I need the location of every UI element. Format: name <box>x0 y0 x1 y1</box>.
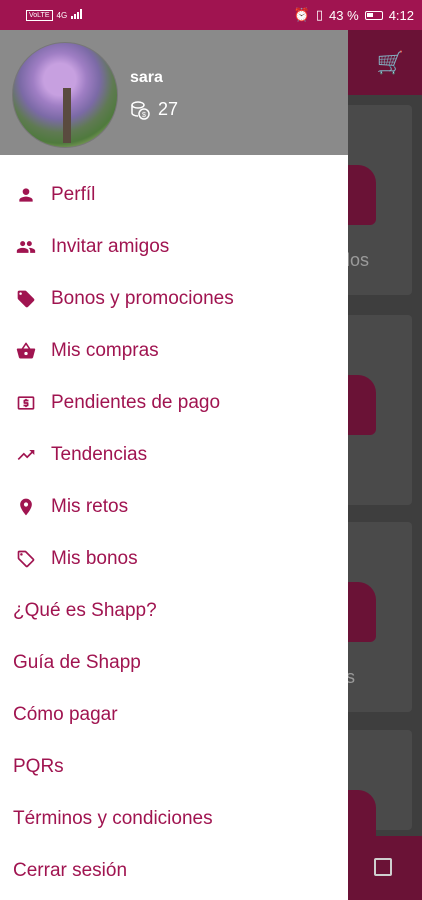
avatar[interactable] <box>12 42 118 148</box>
menu-item-label: Perfíl <box>51 184 96 205</box>
coin-balance: $ 27 <box>130 99 178 120</box>
menu-item-cerrar-sesion[interactable]: Cerrar sesión <box>0 845 348 897</box>
menu-item-label: Tendencias <box>51 444 148 465</box>
menu-item-guia-de-shapp[interactable]: Guía de Shapp <box>0 637 348 689</box>
status-left: VoLTE 4G <box>26 9 83 21</box>
menu-item-que-es-shapp[interactable]: ¿Qué es Shapp? <box>0 585 348 637</box>
menu-item-label: Mis retos <box>51 496 129 517</box>
network-indicator: 4G <box>56 10 68 20</box>
user-name: sara <box>130 69 163 86</box>
menu-item-label: Bonos y promociones <box>51 288 234 309</box>
tag-icon <box>0 289 51 309</box>
menu-item-mis-compras[interactable]: Mis compras <box>0 325 348 377</box>
menu-item-label: Pendientes de pago <box>51 392 221 413</box>
status-bar: VoLTE 4G ⏰ ▯ 43 % 4:12 <box>0 0 422 30</box>
navigation-drawer: sara $ 27 Perfíl Invitar amigos Bonos y … <box>0 30 348 900</box>
menu-item-label: Invitar amigos <box>51 236 170 257</box>
drawer-header: sara $ 27 <box>0 30 348 155</box>
payment-icon <box>0 393 51 413</box>
group-icon <box>0 237 51 257</box>
menu-item-label: Mis bonos <box>51 548 138 569</box>
background-bottom-bar <box>348 836 422 900</box>
menu-item-label: Cerrar sesión <box>13 860 128 881</box>
menu-item-bonos-y-promociones[interactable]: Bonos y promociones <box>0 273 348 325</box>
person-icon <box>0 185 51 205</box>
basket-icon <box>0 341 51 361</box>
menu-item-label: Mis compras <box>51 340 159 361</box>
add-icon[interactable] <box>374 858 392 876</box>
menu-item-label: ¿Qué es Shapp? <box>13 600 157 621</box>
menu-item-invitar-amigos[interactable]: Invitar amigos <box>0 221 348 273</box>
menu-item-mis-retos[interactable]: Mis retos <box>0 481 348 533</box>
clock: 4:12 <box>388 7 414 23</box>
volte-indicator: VoLTE <box>26 9 53 21</box>
alarm-icon: ⏰ <box>293 7 310 22</box>
menu-item-pendientes-de-pago[interactable]: Pendientes de pago <box>0 377 348 429</box>
svg-text:$: $ <box>142 112 146 119</box>
menu-item-label: PQRs <box>13 756 64 777</box>
menu-item-pqrs[interactable]: PQRs <box>0 741 348 793</box>
menu-item-label: Guía de Shapp <box>13 652 141 673</box>
battery-percent: 43 % <box>329 7 359 23</box>
signal-icon <box>71 9 83 21</box>
coin-count: 27 <box>158 99 179 119</box>
location-pin-icon <box>0 497 51 517</box>
vibrate-icon: ▯ <box>315 7 324 22</box>
trending-icon <box>0 445 51 465</box>
drawer-menu: Perfíl Invitar amigos Bonos y promocione… <box>0 169 348 897</box>
menu-item-label: Cómo pagar <box>13 704 118 725</box>
menu-item-terminos-y-condiciones[interactable]: Términos y condiciones <box>0 793 348 845</box>
menu-item-label: Términos y condiciones <box>13 808 213 829</box>
tag-outline-icon <box>0 549 51 569</box>
status-right: ⏰ ▯ 43 % 4:12 <box>294 7 414 23</box>
cart-icon[interactable]: 🛒 <box>377 50 404 76</box>
battery-icon <box>364 10 383 20</box>
menu-item-como-pagar[interactable]: Cómo pagar <box>0 689 348 741</box>
menu-item-mis-bonos[interactable]: Mis bonos <box>0 533 348 585</box>
menu-item-perfil[interactable]: Perfíl <box>0 169 348 221</box>
coins-icon: $ <box>131 100 150 120</box>
menu-item-tendencias[interactable]: Tendencias <box>0 429 348 481</box>
